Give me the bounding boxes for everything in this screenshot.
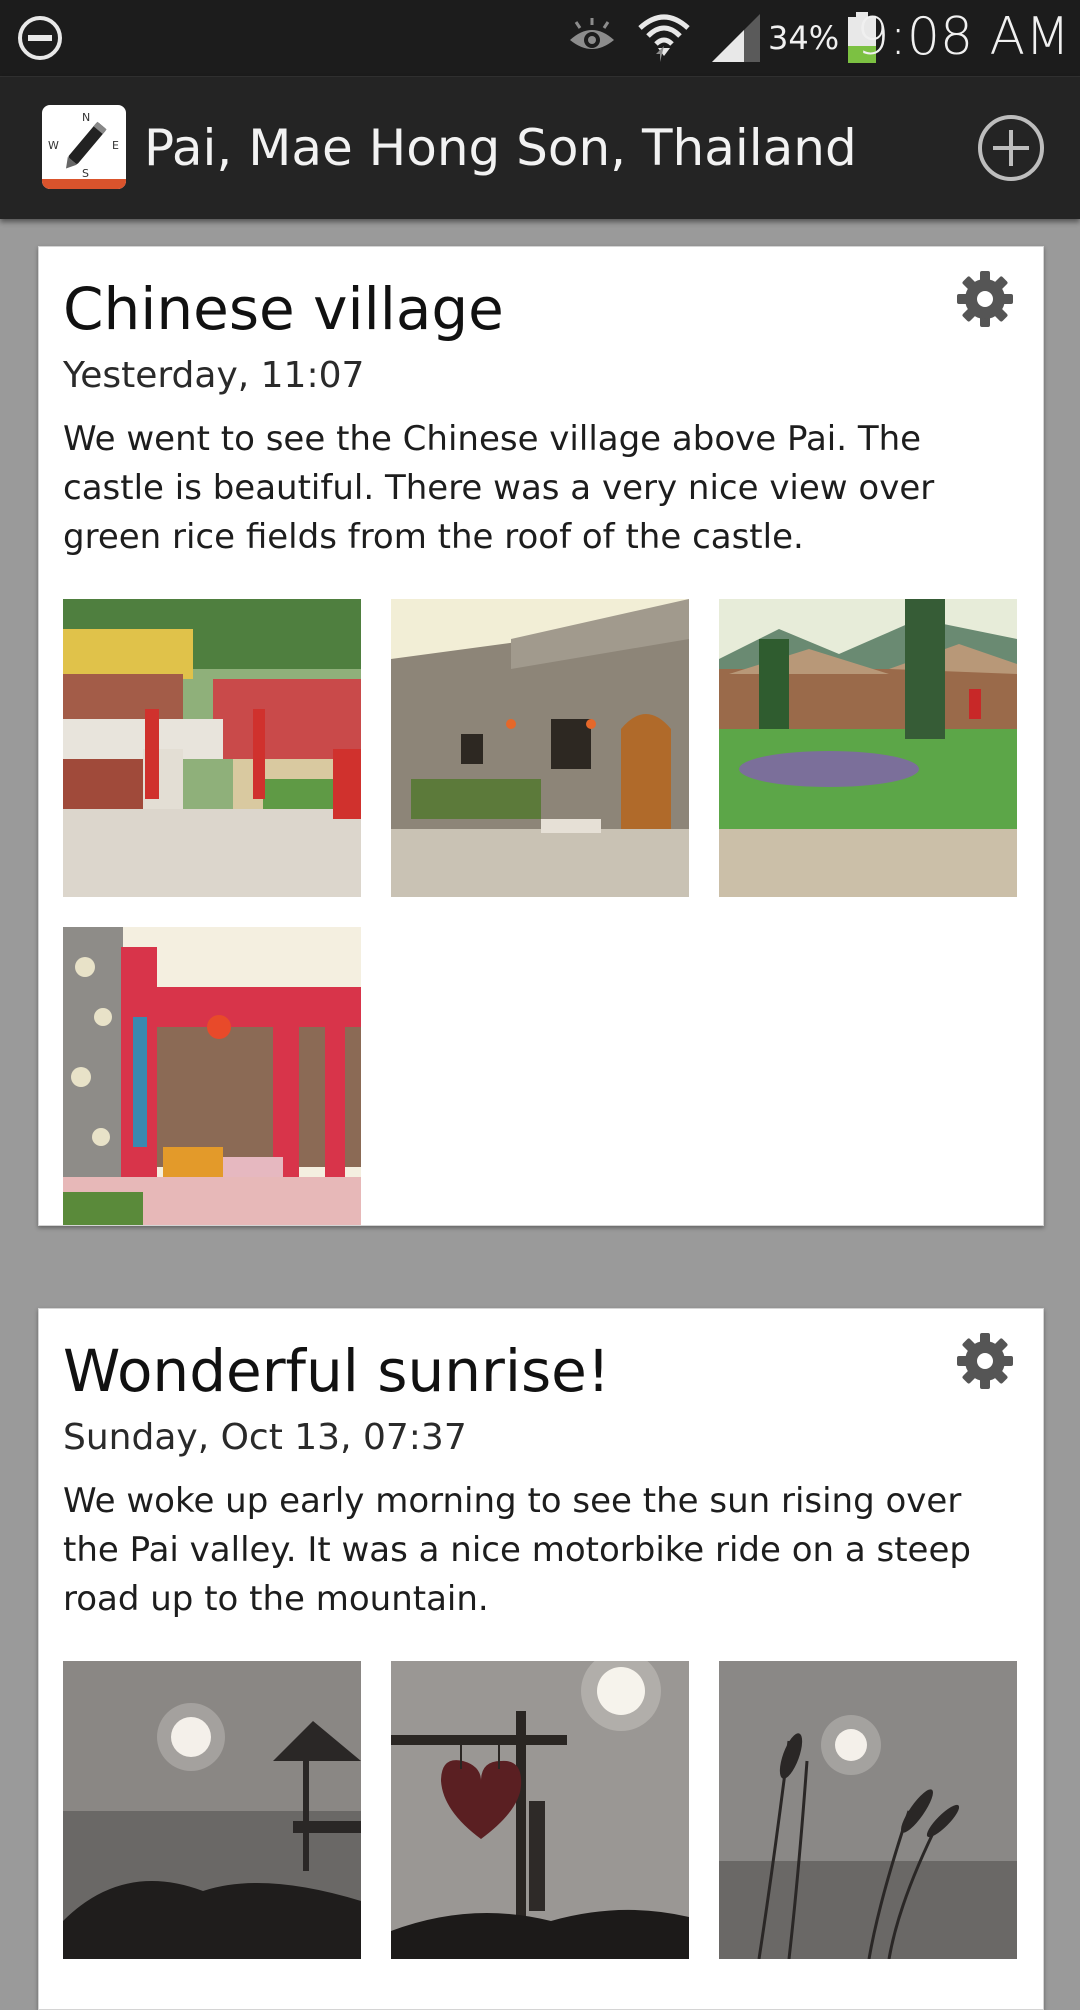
gear-icon[interactable] xyxy=(953,1329,1017,1393)
signal-icon xyxy=(712,14,760,62)
svg-text:W: W xyxy=(48,139,59,152)
photo-red-pavilion[interactable] xyxy=(63,927,361,1225)
photo-castle-rooftop[interactable] xyxy=(63,599,361,897)
svg-text:N: N xyxy=(82,111,90,124)
clock: 9:08 AM xyxy=(856,7,1070,67)
gear-icon[interactable] xyxy=(953,267,1017,331)
wifi-icon xyxy=(638,14,690,62)
entry-title: Chinese village xyxy=(63,275,504,343)
photo-castle-wall[interactable] xyxy=(391,599,689,897)
app-compass-icon[interactable]: N W E S xyxy=(42,105,126,189)
entry-text: We went to see the Chinese village above… xyxy=(63,419,935,557)
entry-card[interactable]: Chinese village Yesterday, 11:07 We went… xyxy=(38,246,1044,1226)
add-circle-icon[interactable] xyxy=(976,113,1046,183)
status-bar: 34% 9:08 AM xyxy=(0,0,1080,76)
photo-village-lawn[interactable] xyxy=(719,599,1017,897)
entry-card[interactable]: Wonderful sunrise! Sunday, Oct 13, 07:37… xyxy=(38,1308,1044,2010)
photo-sunrise-grass[interactable] xyxy=(719,1661,1017,1959)
photo-sunrise-hut[interactable] xyxy=(63,1661,361,1959)
do-not-disturb-icon xyxy=(18,16,62,60)
entry-date: Sunday, Oct 13, 07:37 xyxy=(63,1417,467,1458)
photo-sunrise-heart-sign[interactable] xyxy=(391,1661,689,1959)
entry-text: We woke up early morning to see the sun … xyxy=(63,1481,971,1619)
eye-icon xyxy=(570,18,614,49)
entry-date: Yesterday, 11:07 xyxy=(63,355,365,396)
page-title: Pai, Mae Hong Son, Thailand xyxy=(144,119,857,177)
battery-percent: 34% xyxy=(768,19,840,57)
entry-title: Wonderful sunrise! xyxy=(63,1337,611,1405)
svg-text:E: E xyxy=(112,139,119,152)
action-bar: N W E S Pai, Mae Hong Son, Thailand xyxy=(0,76,1080,219)
